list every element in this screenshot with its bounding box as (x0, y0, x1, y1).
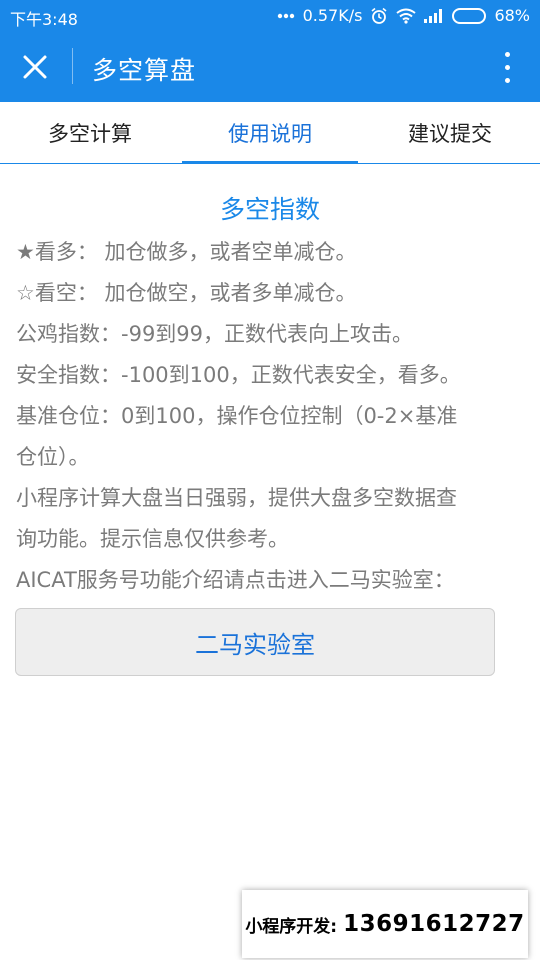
title-bar: 多空算盘 (0, 32, 540, 102)
wifi-icon (396, 8, 417, 24)
developer-label: 小程序开发: (245, 916, 338, 937)
more-vertical-icon[interactable] (492, 47, 522, 87)
text-line: ☆看空： 加仓做空，或者多单减仓。 (16, 281, 357, 305)
battery-percent: 68% (494, 6, 530, 25)
tab-calculate[interactable]: 多空计算 (0, 102, 180, 163)
title-divider (72, 48, 73, 84)
text-line: 安全指数：-100到100，正数代表安全，看多。 (16, 363, 461, 387)
tab-instructions[interactable]: 使用说明 (180, 102, 360, 164)
tab-suggestions[interactable]: 建议提交 (360, 102, 540, 163)
page-title: 多空算盘 (92, 56, 197, 85)
battery-icon (452, 7, 487, 24)
signal-icon (424, 8, 444, 23)
section-title: 多空指数 (219, 195, 320, 224)
status-indicators: 0.57K/s 68% (277, 6, 530, 25)
text-line: 仓位）。 (16, 445, 90, 469)
lab-button[interactable]: 二马实验室 (15, 608, 495, 676)
network-speed: 0.57K/s (302, 6, 363, 25)
text-line: AICAT服务号功能介绍请点击进入二马实验室： (16, 568, 455, 592)
text-line: 小程序计算大盘当日强弱，提供大盘多空数据查 (16, 486, 457, 510)
close-icon (23, 55, 47, 79)
text-line: 基准仓位：0到100，操作仓位控制（0-2×基准 (16, 404, 458, 428)
text-line: 公鸡指数：-99到99，正数代表向上攻击。 (16, 322, 414, 346)
developer-phone: 13691612727 (343, 911, 525, 937)
instructions-text: ★看多： 加仓做多，或者空单减仓。 ☆看空： 加仓做空，或者多单减仓。 公鸡指数… (16, 232, 526, 601)
text-line: 询功能。提示信息仅供参考。 (16, 527, 289, 551)
developer-contact-badge[interactable]: 小程序开发: 13691612727 (242, 890, 528, 958)
status-bar: 下午3:48 0.57K/s 68% (0, 0, 540, 32)
text-line: ★看多： 加仓做多，或者空单减仓。 (16, 240, 357, 264)
close-button[interactable] (14, 47, 56, 87)
status-time: 下午3:48 (10, 10, 78, 29)
alarm-icon (370, 7, 388, 25)
tab-bar: 多空计算 使用说明 建议提交 (0, 102, 540, 164)
more-dots-icon (277, 13, 295, 19)
